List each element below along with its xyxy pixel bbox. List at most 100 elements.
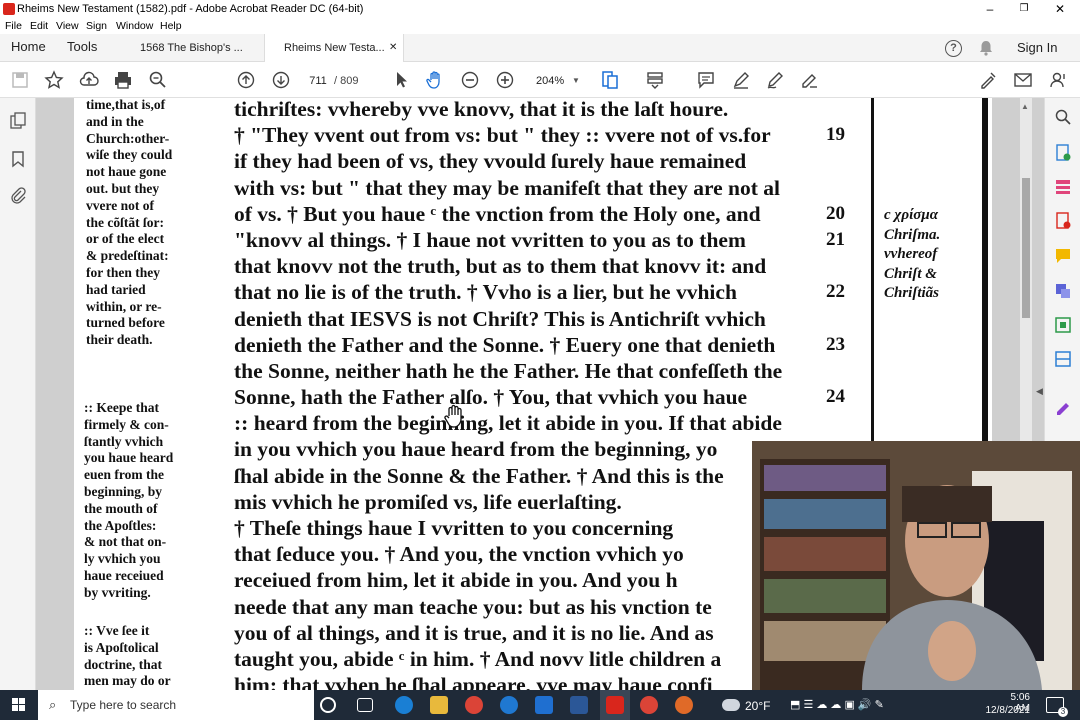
share-user-icon[interactable] — [1048, 70, 1068, 90]
scroll-mode-icon[interactable] — [645, 70, 665, 90]
windows-start-button[interactable] — [0, 690, 38, 720]
scan-ocr-icon[interactable] — [1054, 350, 1072, 368]
verse-number: 19 — [826, 124, 845, 145]
bookmark-icon[interactable] — [9, 150, 27, 168]
help-icon[interactable]: ? — [945, 40, 962, 57]
margin-note-block-3: :: Vve ſee it is Apoſtolical doctrine, t… — [84, 623, 171, 689]
zoom-level-select[interactable]: 204% ▼ — [528, 72, 582, 90]
print-icon[interactable] — [113, 70, 133, 90]
search-zoom-icon[interactable] — [148, 70, 168, 90]
search-icon: ⌕ — [49, 697, 57, 712]
chrome-alt-icon[interactable] — [675, 696, 693, 714]
text-line: that knovv not the truth, but as to them… — [234, 254, 767, 279]
comment-tool-icon[interactable] — [1054, 247, 1072, 265]
draw-pen-icon[interactable] — [765, 70, 785, 90]
tab-label: 1568 The Bishop's ... — [140, 42, 243, 54]
tab-home[interactable]: Home — [11, 39, 46, 54]
taskbar-search-box[interactable]: ⌕ Type here to search — [38, 690, 314, 720]
star-icon[interactable] — [44, 70, 64, 90]
margin-note-right: c χρίσμα Chriſma. vvhereof Chriſt & Chri… — [884, 207, 941, 301]
save-icon[interactable] — [10, 70, 30, 90]
text-line: the Sonne, neither hath he the Father. H… — [234, 358, 783, 383]
verse-number: 22 — [826, 281, 845, 302]
tab-document-bishops[interactable]: 1568 The Bishop's ... — [134, 34, 264, 62]
text-line: that ſeduce you. † And you, the vnction … — [234, 542, 684, 567]
tab-document-rheims[interactable]: Rheims New Testa... ✕ — [264, 34, 404, 62]
zoom-out-icon[interactable] — [460, 70, 480, 90]
zoom-in-icon[interactable] — [495, 70, 515, 90]
tools-link-icon[interactable] — [978, 70, 998, 90]
scrollbar-thumb[interactable] — [1022, 178, 1030, 318]
scroll-up-icon[interactable]: ▲ — [1021, 102, 1029, 111]
edge-browser-icon[interactable] — [395, 696, 413, 714]
upload-icon[interactable] — [79, 70, 99, 90]
chrome-icon[interactable] — [465, 696, 483, 714]
organize-pages-icon[interactable] — [1054, 178, 1072, 196]
weather-icon[interactable] — [722, 699, 740, 711]
text-line: tichriſtes: vvhereby vve knovv, that it … — [234, 98, 729, 121]
word-icon[interactable] — [570, 696, 588, 714]
fill-and-sign-icon[interactable] — [1054, 398, 1072, 416]
acrobat-taskbar-button[interactable] — [600, 690, 630, 720]
notification-center-icon[interactable]: 3 — [1046, 697, 1068, 717]
fill-sign-icon[interactable] — [800, 70, 820, 90]
browser-icon[interactable] — [500, 696, 518, 714]
combine-files-icon[interactable] — [1054, 282, 1072, 300]
page-number-input[interactable]: 711 — [302, 72, 334, 90]
chrome-profile-icon[interactable] — [640, 696, 658, 714]
menu-sign[interactable]: Sign — [86, 20, 107, 32]
page-thumbnails-icon[interactable] — [9, 112, 27, 130]
menu-window[interactable]: Window — [116, 20, 153, 32]
export-pdf-icon[interactable] — [1054, 144, 1072, 162]
toolbar: 711 / 809 204% ▼ — [0, 62, 1080, 98]
sign-in-button[interactable]: Sign In — [1017, 40, 1057, 55]
scripture-text: tichriſtes: vvhereby vve knovv, that it … — [234, 98, 834, 690]
menu-bar: File Edit View Sign Window Help — [0, 19, 1080, 34]
search-placeholder: Type here to search — [70, 698, 177, 712]
search-icon[interactable] — [1054, 108, 1072, 126]
text-line: denieth the Father and the Sonne. † Euer… — [234, 332, 776, 357]
left-navigation-panel: ◀ — [0, 98, 47, 690]
select-cursor-icon[interactable] — [391, 70, 411, 90]
notification-count-badge: 3 — [1058, 707, 1068, 717]
text-line: receiued from him, let it abide in you. … — [234, 568, 678, 593]
bell-icon[interactable] — [978, 40, 994, 56]
menu-file[interactable]: File — [5, 20, 22, 32]
title-bar: Rheims New Testament (1582).pdf - Adobe … — [0, 0, 1080, 19]
tab-close-icon[interactable]: ✕ — [389, 34, 397, 62]
zoom-level-value: 204% — [536, 75, 565, 87]
text-line: of vs. † But you haue ᶜ the vnction from… — [234, 201, 761, 226]
menu-edit[interactable]: Edit — [30, 20, 48, 32]
page-view-icon[interactable] — [600, 70, 620, 90]
collapse-right-panel-icon[interactable]: ◀ — [1036, 386, 1043, 397]
hand-tool-icon[interactable] — [425, 70, 445, 90]
comment-icon[interactable] — [696, 70, 716, 90]
chevron-down-icon: ▼ — [572, 76, 580, 85]
text-line: † "They vvent out from vs: but " they ::… — [234, 123, 771, 148]
menu-view[interactable]: View — [56, 20, 79, 32]
file-explorer-icon[interactable] — [430, 696, 448, 714]
mail-icon[interactable] — [535, 696, 553, 714]
previous-page-icon[interactable] — [236, 70, 256, 90]
task-view-icon[interactable] — [357, 698, 373, 712]
create-pdf-icon[interactable] — [1054, 212, 1072, 230]
text-line: "knovv al things. † I haue not vvritten … — [234, 227, 746, 252]
tab-tools[interactable]: Tools — [67, 39, 97, 54]
attachment-icon[interactable] — [9, 186, 27, 204]
email-icon[interactable] — [1013, 70, 1033, 90]
clock-date[interactable]: 12/8/2021 — [984, 705, 1031, 716]
menu-help[interactable]: Help — [160, 20, 182, 32]
weather-temperature[interactable]: 20°F — [745, 699, 770, 713]
text-line: neede that any man teache you: but as hi… — [234, 594, 712, 619]
text-line: in you vvhich you haue heard from the be… — [234, 437, 718, 462]
next-page-icon[interactable] — [271, 70, 291, 90]
maximize-button[interactable]: ❐ — [1013, 1, 1035, 17]
tab-bar: Home Tools 1568 The Bishop's ... Rheims … — [0, 34, 1080, 62]
minimize-button[interactable]: – — [979, 1, 1001, 17]
system-tray-icons[interactable]: ⬒ ☰ ☁ ☁ ▣ 🔊 ✎ — [790, 698, 884, 711]
edit-pdf-icon[interactable] — [1054, 316, 1072, 334]
text-line: you of al things, and it is true, and it… — [234, 620, 714, 645]
highlight-pen-icon[interactable] — [731, 70, 751, 90]
close-button[interactable]: ✕ — [1049, 1, 1071, 17]
cortana-icon[interactable] — [320, 697, 336, 713]
